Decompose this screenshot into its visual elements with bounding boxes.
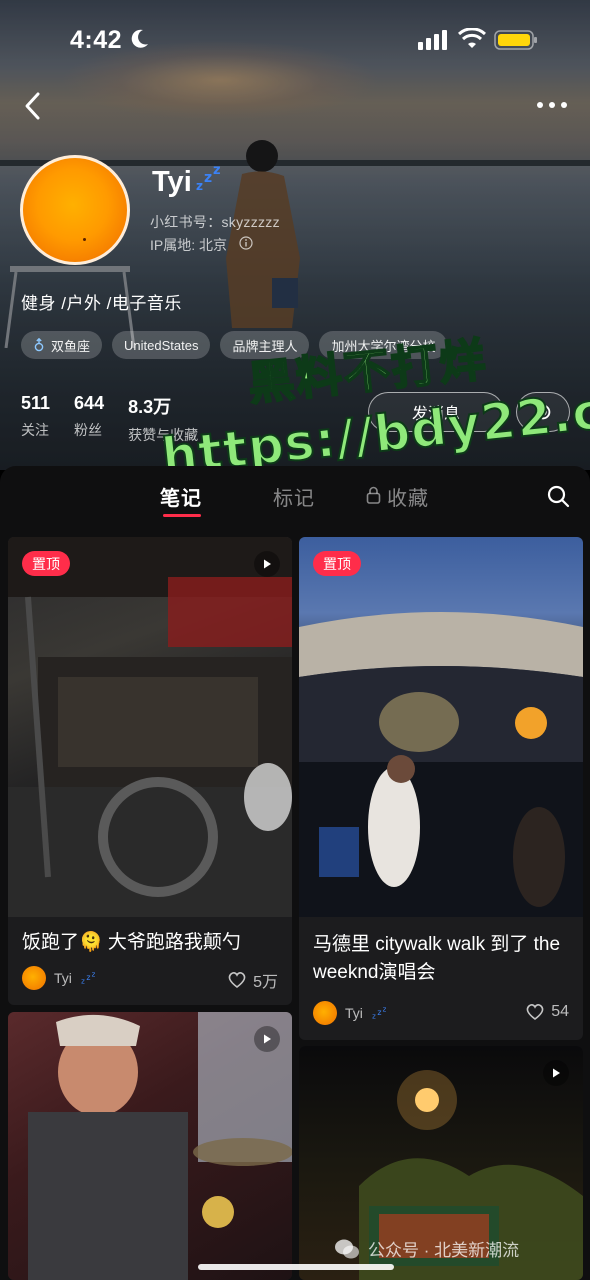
cooking-scene	[28, 1012, 292, 1280]
status-time: 4:42	[70, 26, 123, 54]
profile-tabs: 笔记 标记 收藏	[0, 466, 590, 526]
zzz-sleep-icon: z z z	[372, 1006, 387, 1020]
note-like-button[interactable]: 54	[525, 1003, 569, 1021]
stat-following-label: 关注	[21, 422, 49, 438]
chevron-left-icon	[25, 92, 40, 120]
svg-text:z: z	[372, 1012, 376, 1020]
stat-followers-value: 644	[74, 393, 105, 413]
note-title-line2: weeknd演唱会	[313, 962, 436, 983]
source-watermark-text: 公众号 · 北美新潮流	[368, 1241, 520, 1260]
svg-text:z: z	[196, 179, 203, 193]
note-card[interactable]: 置顶 饭跑了🫠 大爷跑路我颠勺 Tyi z z z 5万	[8, 537, 292, 1005]
author-avatar	[313, 1001, 337, 1025]
svg-text:z: z	[377, 1008, 381, 1017]
search-icon[interactable]	[546, 484, 570, 508]
video-play-badge	[254, 1026, 280, 1052]
author-avatar	[22, 966, 46, 990]
more-dots-icon	[537, 102, 567, 108]
note-like-button[interactable]: 5万	[227, 968, 278, 992]
note-card-cover-image	[8, 537, 292, 917]
pinned-badge: 置顶	[313, 551, 361, 576]
lock-icon	[366, 486, 381, 504]
battery-icon	[494, 30, 537, 50]
food-stall-scene	[8, 537, 292, 917]
wifi-icon	[458, 28, 486, 48]
note-like-count: 5万	[253, 974, 278, 991]
tab-notes[interactable]: 笔记	[160, 482, 202, 511]
tag-zodiac-label: 双鱼座	[51, 338, 91, 354]
zzz-sleep-icon: z z z	[196, 164, 221, 193]
stat-followers-label: 粉丝	[74, 422, 103, 438]
note-card-cover-image	[8, 1012, 292, 1280]
stat-likes-value: 8.3万	[128, 397, 172, 417]
svg-text:z: z	[81, 977, 85, 985]
play-icon	[553, 1068, 560, 1078]
source-watermark: 公众号 · 北美新潮流	[334, 1236, 519, 1261]
author-name: Tyi	[54, 970, 72, 986]
tab-marked[interactable]: 标记	[273, 482, 315, 511]
svg-text:z: z	[383, 1006, 387, 1013]
note-author[interactable]: Tyi z z z	[313, 1001, 389, 1025]
stat-following[interactable]: 511 关注	[21, 393, 50, 445]
more-options-button[interactable]	[532, 92, 572, 118]
tab-favorites[interactable]: 收藏	[387, 482, 429, 511]
home-indicator[interactable]	[198, 1264, 394, 1270]
svg-text:z: z	[213, 164, 221, 178]
male-gender-icon	[34, 338, 44, 352]
status-bar: 4:42	[0, 0, 590, 80]
tag-zodiac[interactable]: 双鱼座	[21, 331, 103, 359]
svg-text:z: z	[92, 971, 96, 978]
video-play-badge	[543, 1060, 569, 1086]
active-tab-indicator	[163, 514, 201, 517]
note-like-count: 54	[551, 1003, 569, 1020]
note-card[interactable]: 置顶 马德里 citywalk walk 到了 the weeknd演唱会 Ty…	[299, 537, 583, 1040]
tag-location[interactable]: UnitedStates	[112, 331, 211, 359]
note-title: 马德里 citywalk walk 到了 the weeknd演唱会	[313, 931, 560, 987]
note-author[interactable]: Tyi z z z	[22, 966, 98, 990]
cellular-signal-icon	[418, 30, 447, 50]
stat-following-value: 511	[21, 393, 51, 413]
note-card-cover-image	[299, 537, 583, 917]
back-button[interactable]	[18, 88, 48, 124]
note-title: 饭跑了🫠 大爷跑路我颠勺	[22, 932, 241, 953]
svg-text:z: z	[86, 973, 90, 982]
ip-location: IP属地: 北京	[150, 237, 228, 253]
heart-icon	[526, 1004, 544, 1021]
stadium-concert-scene	[299, 612, 583, 917]
heart-icon	[228, 972, 246, 989]
profile-username: Tyi	[152, 166, 192, 198]
play-icon	[264, 1034, 271, 1044]
video-play-badge	[254, 551, 280, 577]
pinned-badge: 置顶	[22, 551, 70, 576]
svg-text:z: z	[204, 170, 212, 186]
author-name: Tyi	[345, 1005, 363, 1021]
tag-location-label: UnitedStates	[124, 337, 199, 353]
profile-avatar[interactable]	[20, 155, 130, 265]
wechat-icon	[335, 1239, 359, 1258]
profile-bio: 健身 /户外 /电子音乐	[21, 294, 182, 313]
stat-followers[interactable]: 644 粉丝	[74, 393, 104, 445]
note-card[interactable]	[8, 1012, 292, 1280]
play-icon	[264, 559, 271, 569]
redbook-id: 小红书号：skyzzzzz	[150, 214, 280, 230]
info-icon[interactable]	[239, 236, 253, 250]
zzz-sleep-icon: z z z	[81, 971, 96, 985]
note-title-line1: 马德里 citywalk walk 到了 the	[313, 934, 561, 955]
moon-icon	[131, 29, 148, 48]
